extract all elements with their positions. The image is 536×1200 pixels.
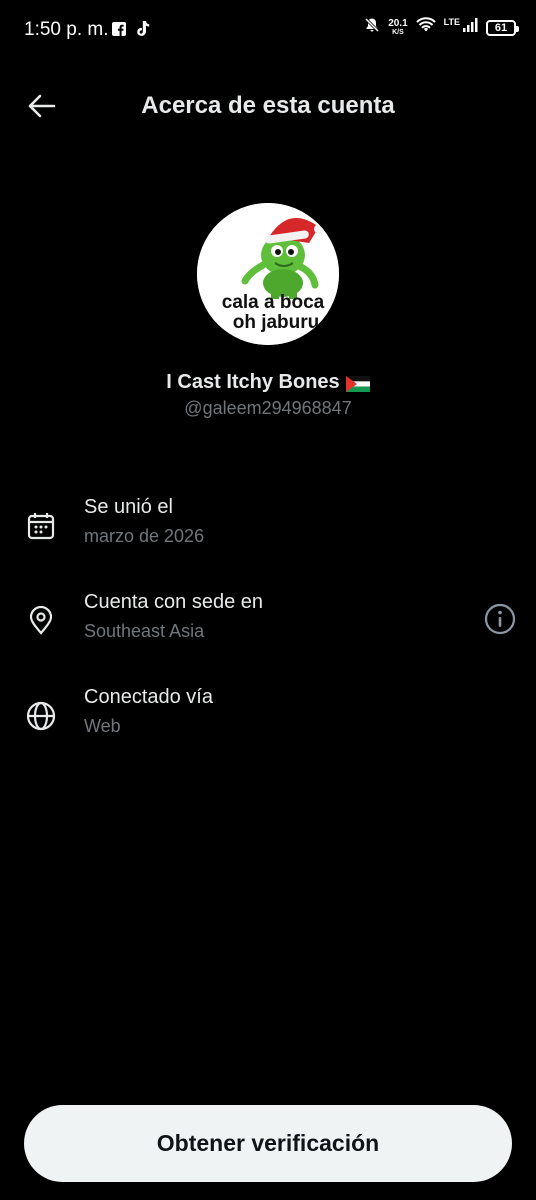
connected-title: Conectado vía	[84, 686, 213, 708]
avatar-caption-line2: oh jaburu	[232, 312, 320, 333]
battery-indicator: 61	[486, 19, 519, 36]
info-row-location: Cuenta con sede en Southeast Asia	[0, 591, 536, 661]
location-pin-icon	[25, 605, 57, 637]
network-type-label: LTE	[443, 16, 460, 27]
facebook-icon	[112, 22, 126, 41]
bell-muted-icon	[364, 17, 380, 38]
globe-icon	[25, 700, 57, 732]
avatar[interactable]: cala a boca oh jaburu	[197, 203, 339, 345]
page-title: Acerca de esta cuenta	[141, 92, 395, 119]
status-app-icons	[112, 21, 150, 42]
info-row-joined: Se unió el marzo de 2026	[0, 496, 536, 566]
wifi-icon	[415, 17, 436, 38]
joined-value: marzo de 2026	[84, 526, 205, 546]
location-title: Cuenta con sede en	[84, 591, 264, 613]
status-time: 1:50 p. m.	[24, 19, 109, 40]
calendar-icon	[25, 510, 57, 542]
avatar-caption-line1: cala a boca	[221, 292, 325, 313]
info-circle-icon	[484, 603, 516, 640]
status-bar: 1:50 p. m. 20.1 K/S LTE 61	[0, 0, 536, 60]
user-handle: @galeem294968847	[184, 398, 352, 418]
palestine-flag-icon	[345, 375, 370, 392]
location-value: Southeast Asia	[84, 621, 205, 641]
connected-value: Web	[84, 716, 121, 736]
display-name-text: I Cast Itchy Bones	[166, 371, 340, 393]
get-verification-button[interactable]: Obtener verificación	[24, 1105, 512, 1182]
tiktok-icon	[136, 21, 150, 42]
info-row-connected: Conectado vía Web	[0, 686, 536, 756]
status-right-icons: 20.1 K/S LTE 61	[364, 16, 519, 38]
network-speed: 20.1 K/S	[388, 17, 408, 36]
display-name: I Cast Itchy Bones	[0, 371, 536, 394]
joined-title: Se unió el	[84, 496, 173, 518]
location-info-button[interactable]	[482, 603, 518, 639]
signal-icon	[462, 17, 478, 38]
